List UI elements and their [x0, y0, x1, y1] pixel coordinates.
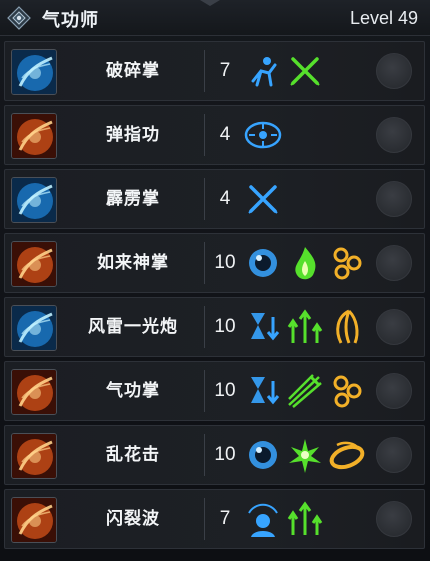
- level-label: Level 49: [349, 8, 418, 28]
- empty-slot-button[interactable]: [376, 437, 412, 473]
- gold-wings-icon[interactable]: [327, 307, 367, 347]
- skill-row[interactable]: 闪裂波 7: [4, 489, 425, 549]
- wind-thunder-cannon-icon[interactable]: [11, 305, 57, 351]
- skill-row[interactable]: 风雷一光炮 10: [4, 297, 425, 357]
- skill-point-count: 4: [219, 124, 231, 145]
- skill-point-count: 7: [219, 60, 231, 81]
- blue-orb-icon[interactable]: [243, 243, 283, 283]
- skill-row[interactable]: 霹雳掌 4: [4, 169, 425, 229]
- skill-name: 破碎掌: [106, 61, 160, 81]
- green-arrows-up-icon[interactable]: [285, 499, 325, 539]
- empty-slot-button[interactable]: [376, 373, 412, 409]
- green-burst-icon[interactable]: [285, 435, 325, 475]
- skill-point-count: 7: [219, 508, 231, 529]
- blue-orb-icon[interactable]: [243, 435, 283, 475]
- skill-point-count: 4: [219, 188, 231, 209]
- gold-ring-icon[interactable]: [327, 435, 367, 475]
- green-slash-icon[interactable]: [285, 371, 325, 411]
- skill-point-count: 10: [214, 444, 236, 465]
- skill-point-count: 10: [214, 316, 236, 337]
- skill-point-count: 10: [214, 380, 236, 401]
- skill-row[interactable]: 弹指功 4: [4, 105, 425, 165]
- skill-name: 气功掌: [106, 381, 160, 401]
- empty-slot-button[interactable]: [376, 309, 412, 345]
- shatter-palm-icon[interactable]: [11, 49, 57, 95]
- row-divider: [204, 50, 205, 92]
- row-divider: [204, 114, 205, 156]
- buddha-palm-icon[interactable]: [11, 241, 57, 287]
- skill-row[interactable]: 破碎掌 7: [4, 41, 425, 101]
- skill-name: 闪裂波: [106, 509, 160, 529]
- row-divider: [204, 306, 205, 348]
- empty-slot-button[interactable]: [376, 181, 412, 217]
- blue-head-aura-icon[interactable]: [243, 499, 283, 539]
- hourglass-down-icon[interactable]: [243, 307, 283, 347]
- skill-row[interactable]: 气功掌 10: [4, 361, 425, 421]
- crossed-swords-green-icon[interactable]: [285, 51, 325, 91]
- sprint-icon[interactable]: [243, 51, 283, 91]
- skill-point-count: 10: [214, 252, 236, 273]
- gold-swirl-icon[interactable]: [327, 371, 367, 411]
- row-divider: [204, 498, 205, 540]
- row-divider: [204, 434, 205, 476]
- empty-slot-button[interactable]: [376, 117, 412, 153]
- skill-name: 霹雳掌: [106, 189, 160, 209]
- skill-name: 弹指功: [106, 125, 160, 145]
- finger-flick-icon[interactable]: [11, 113, 57, 159]
- skill-name: 如来神掌: [97, 253, 169, 273]
- target-arrows-icon[interactable]: [243, 115, 283, 155]
- hourglass-down-icon[interactable]: [243, 371, 283, 411]
- empty-slot-button[interactable]: [376, 53, 412, 89]
- empty-slot-button[interactable]: [376, 501, 412, 537]
- flash-rift-wave-icon[interactable]: [11, 497, 57, 543]
- skill-row[interactable]: 乱花击 10: [4, 425, 425, 485]
- chaos-flower-strike-icon[interactable]: [11, 433, 57, 479]
- row-divider: [204, 178, 205, 220]
- skill-row[interactable]: 如来神掌 10: [4, 233, 425, 293]
- thunder-palm-icon[interactable]: [11, 177, 57, 223]
- empty-slot-button[interactable]: [376, 245, 412, 281]
- panel-header: 气功师 Level 49: [0, 0, 430, 36]
- class-emblem-icon: [7, 6, 31, 30]
- skill-panel: 气功师 Level 49 破碎掌 7 弹指功 4 霹雳掌 4 如来神掌 10 风…: [0, 0, 430, 561]
- row-divider: [204, 370, 205, 412]
- crossed-swords-blue-icon[interactable]: [243, 179, 283, 219]
- gold-swirl-icon[interactable]: [327, 243, 367, 283]
- green-arrows-up-icon[interactable]: [285, 307, 325, 347]
- green-flame-icon[interactable]: [285, 243, 325, 283]
- row-divider: [204, 242, 205, 284]
- skill-name: 乱花击: [106, 445, 160, 465]
- class-title: 气功师: [42, 10, 99, 31]
- qigong-palm-icon[interactable]: [11, 369, 57, 415]
- header-notch: [200, 0, 220, 6]
- skill-name: 风雷一光炮: [88, 317, 178, 337]
